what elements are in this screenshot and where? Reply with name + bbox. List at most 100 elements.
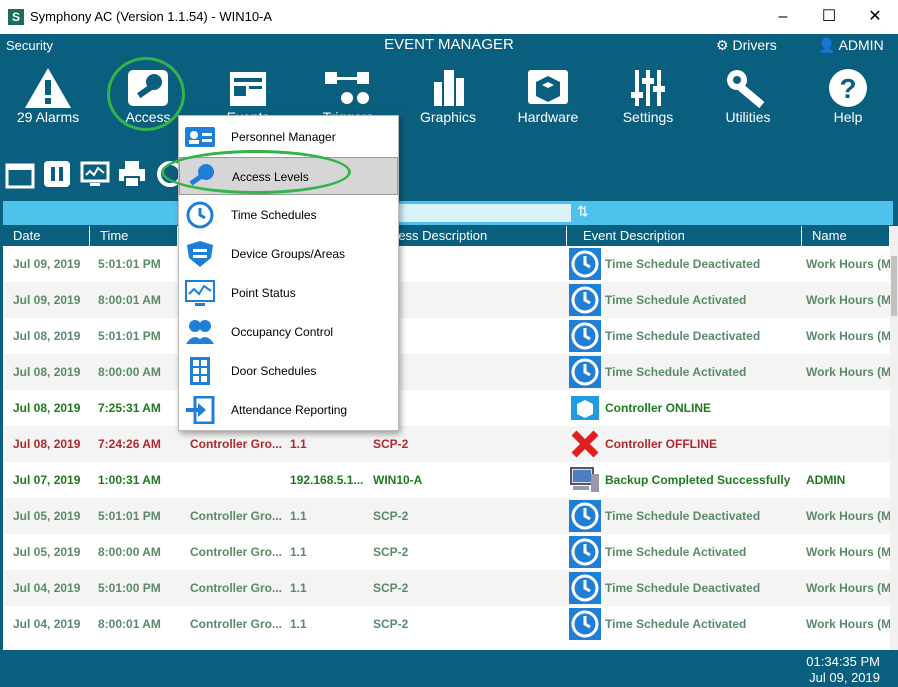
column-header-name[interactable]: Name <box>802 226 890 246</box>
column-header-event-description[interactable]: Event Description <box>567 226 802 246</box>
table-row[interactable]: Jul 09, 2019 8:00:01 AM 2 Time Schedule Act… <box>3 282 890 318</box>
clock-icon <box>569 500 601 532</box>
cell-name: Work Hours (M <box>806 509 890 523</box>
menu-item-personnel-manager[interactable]: Personnel Manager <box>179 118 398 156</box>
monitor-icon <box>185 280 215 306</box>
cell-desc: 2 <box>373 246 563 282</box>
ribbon-help-button[interactable]: ? Help <box>808 56 888 136</box>
cell-name: Work Hours (M <box>806 293 890 307</box>
cell-time: 8:00:00 AM <box>98 545 161 559</box>
cell-event: Time Schedule Activated <box>605 365 747 379</box>
column-header-date[interactable]: Date <box>3 226 90 246</box>
cell-name: Work Hours (M <box>806 581 890 595</box>
header-bar: Security EVENT MANAGER ⚙ Drivers 👤 ADMIN <box>0 34 898 56</box>
table-row[interactable]: Jul 08, 2019 5:01:01 PM 2 Time Schedule Dea… <box>3 318 890 354</box>
ribbon-label: Hardware <box>517 109 579 125</box>
cell-date: Jul 05, 2019 <box>13 509 81 523</box>
cell-name <box>806 390 890 426</box>
cell-desc: SCP-2 <box>373 581 409 595</box>
window-icon[interactable] <box>5 159 35 189</box>
menu-item-occupancy-control[interactable]: Occupancy Control <box>179 313 398 351</box>
highlight-circle-access-levels <box>161 150 351 194</box>
pause-icon[interactable] <box>42 159 72 189</box>
cell-time: 8:00:01 AM <box>98 293 161 307</box>
cell-event: Time Schedule Activated <box>605 617 747 631</box>
ribbon-hardware-button[interactable]: Hardware <box>508 56 588 136</box>
cell-event: Controller ONLINE <box>605 401 712 415</box>
cell-desc: SCP-2 <box>373 509 409 523</box>
cell-date: Jul 09, 2019 <box>13 293 81 307</box>
cell-desc: SCP-2 <box>373 437 409 451</box>
computer-icon <box>570 467 599 492</box>
table-row[interactable]: Jul 08, 2019 7:25:31 AM 2 Controller ONLINE <box>3 390 890 426</box>
minimize-icon[interactable]: – <box>760 0 806 34</box>
table-row[interactable]: Jul 05, 2019 5:01:01 PM Controller Gro... 1… <box>3 498 890 534</box>
filter-input[interactable] <box>399 204 571 222</box>
cell-event: Time Schedule Deactivated <box>605 509 761 523</box>
print-icon[interactable] <box>117 159 147 189</box>
cell-event: Backup Completed Successfully <box>605 473 791 487</box>
cell-desc: WIN10-A <box>373 473 423 487</box>
close-icon[interactable]: ✕ <box>852 0 898 34</box>
cell-time: 8:00:00 AM <box>98 365 161 379</box>
cell-event: Time Schedule Deactivated <box>605 257 761 271</box>
table-row[interactable]: Jul 09, 2019 5:01:01 PM 2 Time Schedule Dea… <box>3 246 890 282</box>
cell-date: Jul 05, 2019 <box>13 545 81 559</box>
cell-addr: 1.1 <box>290 437 307 451</box>
cell-desc: SCP-2 <box>373 617 409 631</box>
scrollbar-thumb[interactable] <box>891 256 897 316</box>
admin-user-button[interactable]: 👤 ADMIN <box>818 37 884 54</box>
cell-addr: 1.1 <box>290 581 307 595</box>
menu-item-attendance-reporting[interactable]: Attendance Reporting <box>179 391 398 429</box>
ribbon-settings-button[interactable]: Settings <box>608 56 688 136</box>
cell-time: 5:01:01 PM <box>98 257 161 271</box>
table-row[interactable]: Jul 04, 2019 8:00:01 AM Controller Gro... 1… <box>3 606 890 642</box>
highlight-circle-access <box>107 57 185 131</box>
cell-addr: 192.168.5.1... <box>290 473 364 487</box>
cell-name: Work Hours (M <box>806 257 890 271</box>
monitor-icon[interactable] <box>80 159 110 189</box>
menu-item-device-groups-areas[interactable]: Device Groups/Areas <box>179 235 398 273</box>
table-row[interactable]: Jul 04, 2019 5:01:00 PM Controller Gro... 1… <box>3 570 890 606</box>
ribbon-utilities-button[interactable]: Utilities <box>708 56 788 136</box>
table-row[interactable]: Jul 05, 2019 8:00:00 AM Controller Gro... 1… <box>3 534 890 570</box>
admin-label: ADMIN <box>838 37 884 53</box>
gear-icon: ⚙ <box>716 37 729 53</box>
settings-icon <box>631 70 665 106</box>
cell-date: Jul 08, 2019 <box>13 365 81 379</box>
ribbon-graphics-button[interactable]: Graphics <box>408 56 488 136</box>
column-header-address-description[interactable]: ress Description <box>378 226 567 246</box>
column-header-time[interactable]: Time <box>90 226 178 246</box>
cell-date: Jul 07, 2019 <box>13 473 81 487</box>
drivers-button[interactable]: ⚙ Drivers <box>716 37 777 54</box>
cell-addr: 1.1 <box>290 545 307 559</box>
ribbon-alarms-button[interactable]: 29 Alarms <box>8 56 88 136</box>
table-row[interactable]: Jul 08, 2019 8:00:00 AM 2 Time Schedule Act… <box>3 354 890 390</box>
cell-desc: 2 <box>373 282 563 318</box>
clock-icon <box>569 356 601 388</box>
ribbon-label: Settings <box>622 109 674 125</box>
cell-name: ADMIN <box>806 473 846 487</box>
cell-group: Controller Gro... <box>190 545 283 559</box>
app-logo-icon: S <box>8 9 24 25</box>
help-icon: ? <box>829 69 867 107</box>
menu-item-time-schedules[interactable]: Time Schedules <box>179 196 398 234</box>
alarm-icon <box>25 68 71 108</box>
maximize-icon[interactable]: ☐ <box>806 0 852 34</box>
table-row[interactable]: Jul 08, 2019 7:24:26 AM Controller Gro... 1… <box>3 426 890 462</box>
ribbon-label: 29 Alarms <box>16 109 80 125</box>
cell-date: Jul 04, 2019 <box>13 581 81 595</box>
table-row[interactable]: Jul 07, 2019 1:00:31 AM 192.168.5.1... WIN1… <box>3 462 890 498</box>
menu-item-point-status[interactable]: Point Status <box>179 274 398 312</box>
events-icon <box>230 72 266 106</box>
vertical-scrollbar[interactable] <box>890 226 898 650</box>
controller-online-icon <box>571 396 599 420</box>
clock-icon <box>569 284 601 316</box>
filter-bar: ⇅ <box>3 201 893 225</box>
sync-icon[interactable]: ⇅ <box>577 203 589 220</box>
menu-item-label: Time Schedules <box>231 208 317 222</box>
cell-time: 1:00:31 AM <box>98 473 161 487</box>
cell-event: Time Schedule Deactivated <box>605 329 761 343</box>
cell-time: 7:24:26 AM <box>98 437 161 451</box>
menu-item-door-schedules[interactable]: Door Schedules <box>179 352 398 390</box>
